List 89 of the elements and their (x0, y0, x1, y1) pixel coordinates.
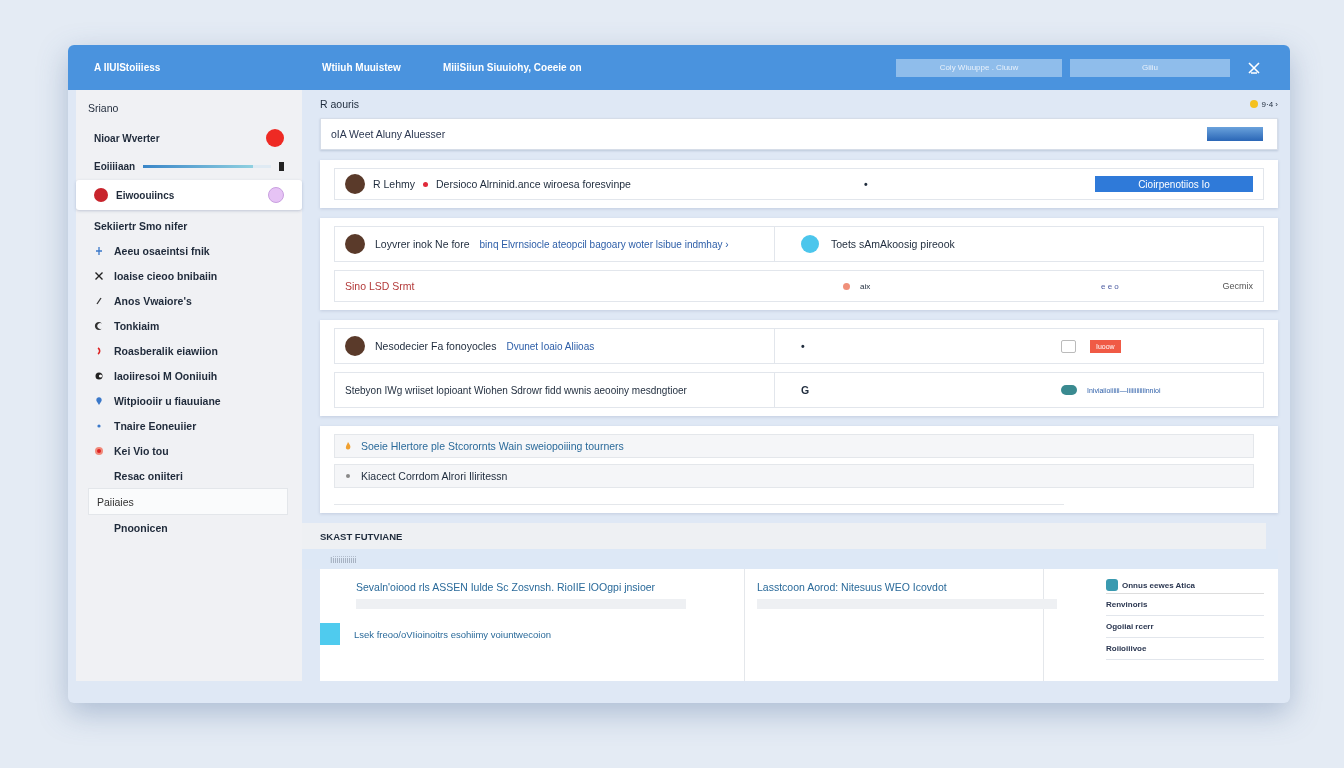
dot-icon (843, 282, 850, 290)
sidebar-item[interactable]: Aeeu osaeintsi fnik (76, 238, 302, 263)
flame-icon (343, 441, 353, 451)
sidebar-item[interactable]: Ioaise cieoo bnibaiin (76, 263, 302, 288)
sidebar-item[interactable]: Roasberalik eiawiion (76, 338, 302, 363)
status-text: 9·4 › (1261, 99, 1278, 109)
item-label: Anos Vwaiore's (114, 294, 192, 307)
sidebar-card[interactable]: Eiwoouiincs (76, 180, 302, 210)
user-name: Nesodecier Fa fonoyocles (375, 340, 497, 352)
close-icon (94, 270, 104, 281)
sidebar-item[interactable]: Kei Vio tou (76, 438, 302, 463)
note-text: Lsek freoo/oVIioinoitrs esohiimy voiuntwecoion (354, 628, 551, 640)
bullet-text: • (864, 178, 868, 190)
list-item[interactable]: Ogoiiai rcerr (1106, 616, 1264, 638)
search-field[interactable]: Coiy Wiuuppe . Ciuuw (896, 58, 1062, 77)
message-link[interactable]: Dvunet Ioaio Aliioas (506, 340, 595, 352)
user-name: R Lehmy (373, 178, 415, 190)
plus-icon (94, 245, 104, 256)
item-label: Kei Vio tou (114, 444, 169, 457)
sidebar-item[interactable]: Tonkiaim (76, 313, 302, 338)
dot-icon (423, 181, 428, 187)
item-label: Tnaire Eoneuiier (114, 419, 197, 432)
crescent-icon (94, 320, 104, 331)
side-text: Toets sAmAkoosig pireook (831, 238, 955, 250)
message-link[interactable]: binq Elvrnsiocle ateopcil bagoary woter lsibue indmhay › (479, 238, 729, 250)
sidebar-item[interactable]: Iaoiiresoi M Ooniiuih (76, 363, 302, 388)
text-field[interactable]: oIA Weet Aluny Aluesser (320, 118, 1278, 150)
item-label: Ioaise cieoo bnibaiin (114, 269, 218, 282)
end-marker (279, 161, 284, 171)
half-circle-icon (94, 370, 104, 381)
sidebar-item[interactable]: Paiiaies (88, 488, 288, 515)
item-label: Tonkiaim (114, 319, 160, 332)
letter-text: G (801, 384, 811, 396)
tag-text: aix (860, 281, 871, 291)
status-text: Gecmix (1222, 281, 1253, 291)
item-label: Roasberalik eiawiion (114, 344, 218, 357)
avatar-icon (345, 336, 365, 356)
app-icon (1106, 579, 1118, 591)
dot-icon (343, 471, 353, 481)
meta-text: e e o (1101, 281, 1119, 291)
list-item[interactable]: Renvinoris (1106, 594, 1264, 616)
toggle-icon[interactable] (1061, 385, 1077, 395)
slash-icon (94, 295, 104, 306)
pin-icon (94, 395, 104, 406)
window-icon (1061, 339, 1076, 353)
square-icon (320, 623, 340, 645)
user-name: Loyvrer inok Ne fore (375, 238, 470, 250)
list-row[interactable]: Kiacect Corrdom Alrori Iliritessn (334, 464, 1254, 488)
sidebar-title: Sriano (87, 102, 120, 116)
sidebar-item[interactable]: Tnaire Eoneuiier (76, 413, 302, 438)
sidebar-card[interactable]: Nioar Wverter (76, 124, 302, 152)
app-name: A IIUIStoiiiess (93, 62, 162, 73)
sidebar-item[interactable]: Resac oniiteri (76, 463, 302, 488)
sidebar-card[interactable]: Eoiiiiaan (76, 152, 302, 180)
item-label: Pnoonicen (114, 521, 168, 534)
item-label: Witpiooiir u fiauuiane (114, 394, 221, 407)
message-text: Dersioco Alrninid.ance wiroesa foresvinpe (436, 178, 632, 190)
avatar-icon (94, 188, 108, 202)
record-icon (94, 445, 104, 456)
warning-text: Sino LSD Srmt (345, 280, 416, 292)
list-item[interactable]: Roiioiiivoe (1106, 638, 1264, 660)
message-text: Stebyon IWg wriiset lopioant Wiohen Sdrowr fidd wwnis aeooiny mesdngtioer (345, 384, 687, 396)
list-row[interactable]: Soeie Hlertore ple Stcorornts Wain sweiopoiiing tourners (334, 434, 1254, 458)
article-link[interactable]: Lasstcoon Aorod: Nitesuus WEO Icovdot (757, 581, 1043, 593)
circle-icon (801, 235, 819, 253)
sidebar-item[interactable]: Anos Vwaiore's (76, 288, 302, 313)
bullet-text: • (801, 340, 806, 352)
card-label: Nioar Wverter (94, 132, 160, 144)
search-field[interactable]: Giiiu (1070, 58, 1230, 77)
close-icon[interactable] (1248, 61, 1260, 74)
article-link[interactable]: Sevaln'oiood rls ASSEN Iulde Sc Zosvnsh. RioIIE lOOgpi jnsioer (356, 581, 744, 593)
submit-button[interactable] (1207, 127, 1263, 141)
avatar-icon (345, 234, 365, 254)
list-title: Onnus eewes Atica (1122, 580, 1196, 590)
avatar-icon (345, 174, 365, 194)
item-label: Aeeu osaeintsi fnik (114, 244, 210, 257)
section-title: SKAST FUTVIANE (320, 530, 403, 542)
section-title: Sekiiertr Smo nifer (93, 219, 189, 234)
page-title: R aouris (320, 98, 360, 110)
sidebar-item[interactable]: Pnoonicen (76, 515, 302, 540)
item-label: Resac oniiteri (114, 469, 183, 482)
row-text: Kiacect Corrdom Alrori Iliritessn (361, 470, 508, 482)
sidebar-item[interactable]: Witpiooiir u fiauuiane (76, 388, 302, 413)
card-label: Eiwoouiincs (116, 189, 175, 201)
action-button[interactable]: Cioirpenotiios Io (1095, 176, 1253, 192)
item-label: Paiiaies (97, 495, 134, 508)
card-label: Eoiiiiaan (94, 160, 136, 172)
row-text: Soeie Hlertore ple Stcorornts Wain sweiopoiiing tourners (361, 440, 624, 452)
item-label: Iaoiiresoi M Ooniiuih (114, 369, 218, 382)
